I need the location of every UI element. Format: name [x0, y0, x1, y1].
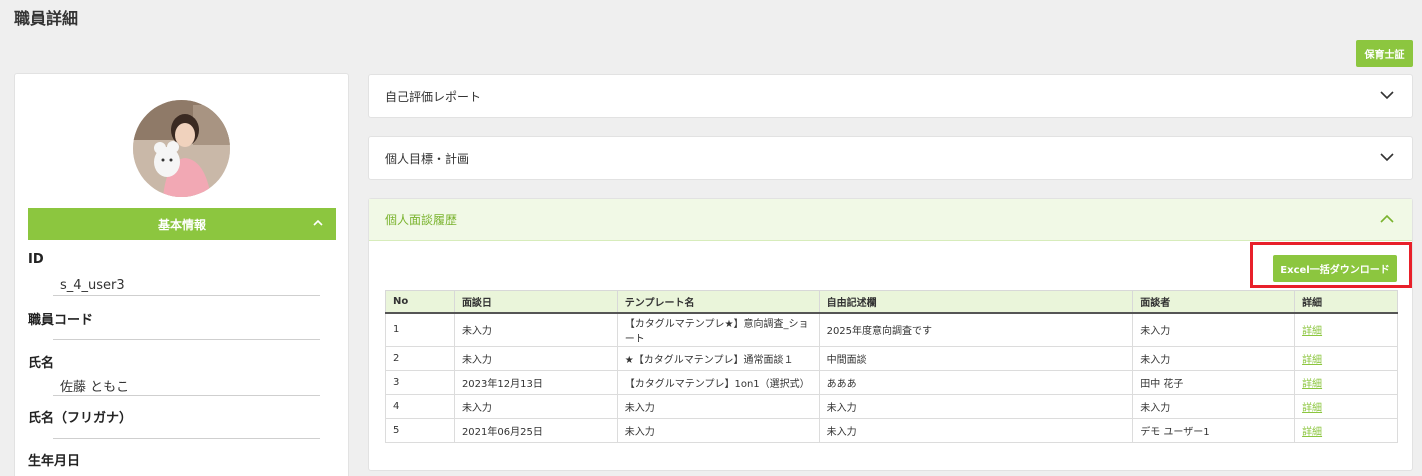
cell-no: 4: [385, 394, 455, 419]
basic-info-header[interactable]: 基本情報: [28, 208, 336, 240]
cell-no: 1: [385, 312, 455, 347]
field-label-name-kana: 氏名（フリガナ）: [28, 411, 133, 426]
table-row: 3 2023年12月13日 【カタグルマテンプレ】1on1（選択式） あああ 田…: [385, 370, 1398, 395]
cell-no: 2: [385, 346, 455, 371]
field-underline: [53, 339, 320, 340]
chevron-down-icon: [1380, 153, 1394, 162]
table-row: 2 未入力 ★【カタグルマテンプレ】通常面談１ 中間面談 未入力 詳細: [385, 346, 1398, 371]
chevron-up-icon: [313, 219, 323, 226]
avatar: [133, 100, 230, 197]
detail-link[interactable]: 詳細: [1294, 370, 1398, 395]
table-row: 1 未入力 【カタグルマテンプレ★】意向調査_ショート 2025年度意向調査です…: [385, 312, 1398, 347]
accordion-title: 個人面談履歴: [385, 213, 458, 227]
cell-date: 未入力: [453, 394, 618, 419]
page-title: 職員詳細: [14, 9, 79, 28]
accordion-self-evaluation: 自己評価レポート: [368, 74, 1413, 118]
chevron-down-icon: [1380, 91, 1394, 100]
cell-no: 3: [385, 370, 455, 395]
column-header: テンプレート名: [616, 290, 820, 314]
detail-link[interactable]: 詳細: [1294, 346, 1398, 371]
cell-template: 【カタグルマテンプレ★】意向調査_ショート: [616, 312, 820, 347]
accordion-header[interactable]: 自己評価レポート: [369, 75, 1412, 117]
table-header-row: No 面談日 テンプレート名 自由記述欄 面談者 詳細: [385, 290, 1398, 314]
table-row: 5 2021年06月25日 未入力 未入力 デモ ユーザー1 詳細: [385, 418, 1398, 443]
cell-template: ★【カタグルマテンプレ】通常面談１: [616, 346, 820, 371]
chevron-up-icon: [1380, 214, 1394, 223]
cell-no: 5: [385, 418, 455, 443]
excel-download-button[interactable]: Excel一括ダウンロード: [1273, 255, 1397, 282]
profile-card: 基本情報 ID s_4_user3 職員コード 氏名 佐藤 ともこ 氏名（フリガ…: [14, 73, 349, 476]
accordion-title: 自己評価レポート: [385, 89, 482, 104]
accordion-interview-history: 個人面談履歴 Excel一括ダウンロード No 面談日 テンプレート名 自由記述…: [368, 198, 1413, 471]
field-label-birthdate: 生年月日: [28, 454, 81, 469]
column-header: 面談日: [453, 290, 618, 314]
field-value-name: 佐藤 ともこ: [60, 380, 130, 395]
cell-date: 未入力: [453, 346, 618, 371]
field-label-name: 氏名: [28, 356, 55, 371]
cell-interviewer: 田中 花子: [1132, 370, 1296, 395]
accordion-header[interactable]: 個人目標・計画: [369, 137, 1412, 179]
cell-note: 未入力: [818, 394, 1134, 419]
detail-link[interactable]: 詳細: [1294, 394, 1398, 419]
cell-note: 2025年度意向調査です: [818, 312, 1134, 347]
column-header: 面談者: [1132, 290, 1296, 314]
column-header: 詳細: [1294, 290, 1398, 314]
cell-template: 未入力: [616, 394, 820, 419]
field-label-id: ID: [28, 252, 44, 267]
cell-note: 中間面談: [818, 346, 1134, 371]
detail-link[interactable]: 詳細: [1294, 312, 1398, 347]
table-row: 4 未入力 未入力 未入力 未入力 詳細: [385, 394, 1398, 419]
cell-template: 【カタグルマテンプレ】1on1（選択式）: [616, 370, 820, 395]
cell-note: 未入力: [818, 418, 1134, 443]
cell-interviewer: デモ ユーザー1: [1132, 418, 1296, 443]
cell-interviewer: 未入力: [1132, 394, 1296, 419]
accordion-header[interactable]: 個人面談履歴: [369, 199, 1412, 241]
accordion-title: 個人目標・計画: [385, 151, 470, 166]
detail-link[interactable]: 詳細: [1294, 418, 1398, 443]
cell-interviewer: 未入力: [1132, 346, 1296, 371]
basic-info-title: 基本情報: [157, 217, 206, 232]
cell-date: 未入力: [453, 312, 618, 347]
field-underline: [53, 295, 320, 296]
accordion-personal-goals: 個人目標・計画: [368, 136, 1413, 180]
interview-table: No 面談日 テンプレート名 自由記述欄 面談者 詳細 1 未入力 【カタグルマ…: [385, 290, 1398, 443]
cell-note: あああ: [818, 370, 1134, 395]
cell-template: 未入力: [616, 418, 820, 443]
childcare-license-button[interactable]: 保育士証: [1356, 40, 1413, 67]
cell-interviewer: 未入力: [1132, 312, 1296, 347]
cell-date: 2021年06月25日: [453, 418, 618, 443]
column-header: No: [385, 290, 455, 314]
highlight-box: Excel一括ダウンロード: [1250, 242, 1412, 288]
field-value-id: s_4_user3: [60, 278, 125, 293]
field-label-staff-code: 職員コード: [28, 313, 94, 328]
field-underline: [53, 438, 320, 439]
column-header: 自由記述欄: [818, 290, 1134, 314]
field-underline: [53, 395, 320, 396]
cell-date: 2023年12月13日: [453, 370, 618, 395]
